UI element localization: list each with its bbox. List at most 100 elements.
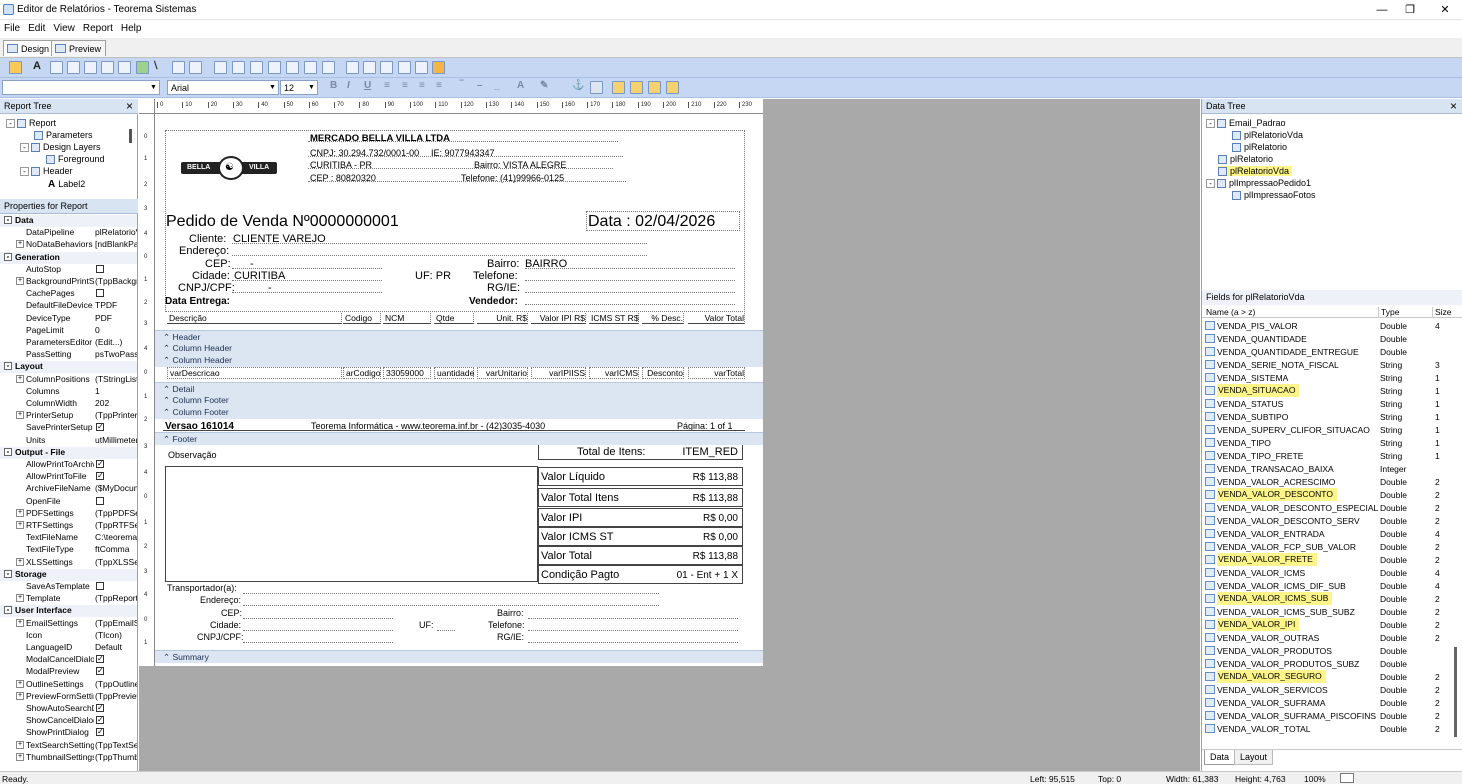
expand-icon[interactable]: + <box>16 752 24 761</box>
property-row[interactable]: SavePrinterSetup ✓ <box>0 422 137 434</box>
chart-tool-icon[interactable] <box>432 61 445 74</box>
dbbarcode-tool-icon[interactable] <box>322 61 335 74</box>
property-checkbox[interactable]: ✓ <box>96 704 104 712</box>
menu-view[interactable]: View <box>49 20 79 34</box>
property-checkbox[interactable] <box>96 496 104 505</box>
data-tree-item[interactable]: plRelatorio <box>1218 154 1273 165</box>
field-row[interactable]: VENDA_QUANTIDADE_ENTREGUE Double <box>1202 345 1462 358</box>
property-checkbox[interactable]: ✓ <box>96 667 104 676</box>
field-row[interactable]: VENDA_VALOR_SEGURO Double 2 <box>1202 670 1462 683</box>
field-row[interactable]: VENDA_VALOR_SUFRAMA_PISCOFINS Double 2 <box>1202 709 1462 722</box>
field-row[interactable]: VENDA_SUBTIPO String 1 <box>1202 410 1462 423</box>
field-row[interactable]: VENDA_SERIE_NOTA_FISCAL String 3 <box>1202 358 1462 371</box>
property-row[interactable]: + BackgroundPrintSe (TppBackgr <box>0 276 137 288</box>
field-row[interactable]: VENDA_VALOR_TOTAL Double 2 <box>1202 722 1462 735</box>
property-row[interactable]: + RTFSettings (TppRTFSet <box>0 520 137 532</box>
richtext-tool-icon[interactable] <box>67 61 80 74</box>
field-row[interactable]: VENDA_VALOR_IPI Double 2 <box>1202 618 1462 631</box>
property-row[interactable]: +EmailSettings(TppEmailSe <box>0 618 137 630</box>
align-center-icon[interactable]: ≡ <box>402 80 408 91</box>
menu-report[interactable]: Report <box>79 20 117 34</box>
field-row[interactable]: VENDA_VALOR_DESCONTO_ESPECIAL Double 2 <box>1202 501 1462 514</box>
expand-icon[interactable]: + <box>16 594 24 603</box>
font-color-icon[interactable]: A <box>517 80 524 91</box>
menu-edit[interactable]: Edit <box>24 20 49 34</box>
tab-design[interactable]: Design <box>3 40 55 56</box>
system-variable-icon[interactable] <box>84 61 97 74</box>
send-back-icon[interactable] <box>630 81 643 94</box>
fields-scrollbar[interactable] <box>1454 647 1457 737</box>
bold-icon[interactable]: B <box>330 80 337 91</box>
field-row[interactable]: VENDA_VALOR_DESCONTO Double 2 <box>1202 488 1462 501</box>
underline-icon[interactable]: U <box>364 80 371 91</box>
property-row[interactable]: ColumnWidth 202 <box>0 398 137 410</box>
property-checkbox[interactable] <box>96 289 104 298</box>
property-checkbox[interactable]: ✓ <box>96 728 104 737</box>
align-tool-icon[interactable] <box>648 81 661 94</box>
tree-item-parameters[interactable]: Parameters <box>34 130 93 141</box>
property-checkbox[interactable]: ✓ <box>96 716 104 725</box>
field-row[interactable]: VENDA_VALOR_FCP_SUB_VALOR Double 2 <box>1202 540 1462 553</box>
tree-item-design-layers[interactable]: - Design Layers <box>20 142 101 153</box>
expand-icon[interactable]: + <box>16 374 24 383</box>
property-category[interactable]: - Data <box>0 215 137 227</box>
field-row[interactable]: VENDA_VALOR_ICMS_SUB_SUBZ Double 2 <box>1202 605 1462 618</box>
size-tool-icon[interactable] <box>666 81 679 94</box>
property-row[interactable]: ShowPrintDialog ✓ <box>0 727 137 739</box>
property-row[interactable]: ParametersEditor (Edit...) <box>0 337 137 349</box>
field-row[interactable]: VENDA_TRANSACAO_BAIXA Integer <box>1202 462 1462 475</box>
dbcalc-tool-icon[interactable] <box>286 61 299 74</box>
property-row[interactable]: + Template (TppReport <box>0 593 137 605</box>
property-category[interactable]: - Output - File <box>0 446 137 459</box>
property-row[interactable]: + NoDataBehaviors [ndBlankPa <box>0 239 137 251</box>
dbmemo-tool-icon[interactable] <box>250 61 263 74</box>
property-row[interactable]: PageLimit 0 <box>0 325 137 337</box>
bring-front-icon[interactable] <box>612 81 625 94</box>
close-window-button[interactable]: ✕ <box>1437 2 1453 18</box>
memo-tool-icon[interactable] <box>50 61 63 74</box>
property-row[interactable]: Icon (TIcon) <box>0 630 137 642</box>
property-checkbox[interactable]: ✓ <box>96 423 104 432</box>
property-row[interactable]: +PreviewFormSettin(TppPreview <box>0 691 137 703</box>
dblabel-tool-icon[interactable] <box>214 61 227 74</box>
property-category[interactable]: - Storage <box>0 568 137 581</box>
band-summary[interactable]: ⌃ Summary <box>155 650 763 663</box>
tab-layout[interactable]: Layout <box>1234 750 1274 765</box>
property-row[interactable]: AllowPrintToArchiv ✓ <box>0 459 137 471</box>
property-row[interactable]: + XLSSettings (TppXLSSet <box>0 557 137 569</box>
page-break-tool-icon[interactable] <box>380 61 393 74</box>
field-row[interactable]: VENDA_SITUACAO String 1 <box>1202 384 1462 397</box>
property-row[interactable]: LanguageID Default <box>0 642 137 654</box>
component-selector[interactable]: ▼ <box>2 80 160 95</box>
property-checkbox[interactable]: ✓ <box>96 472 104 481</box>
band-column-header-2[interactable]: ⌃ Column Header <box>155 354 763 367</box>
field-row[interactable]: VENDA_VALOR_OUTRAS Double 2 <box>1202 631 1462 644</box>
menu-help[interactable]: Help <box>117 20 146 34</box>
field-row[interactable]: VENDA_VALOR_ACRESCIMO Double 2 <box>1202 475 1462 488</box>
field-row[interactable]: VENDA_VALOR_ENTRADA Double 4 <box>1202 527 1462 540</box>
anchor-middle-icon[interactable]: – <box>477 80 483 91</box>
expand-icon[interactable]: + <box>16 521 24 529</box>
property-row[interactable]: + OutlineSettings (TppOutline <box>0 679 137 691</box>
anchor-icon[interactable]: ⚓ <box>572 80 584 91</box>
data-tree-item[interactable]: - Email_Padrao <box>1206 118 1286 129</box>
close-icon[interactable]: × <box>1450 99 1457 113</box>
dbrichtext-tool-icon[interactable] <box>268 61 281 74</box>
tab-data[interactable]: Data <box>1204 750 1236 765</box>
dbimage-tool-icon[interactable] <box>304 61 317 74</box>
property-row[interactable]: + ThumbnailSettings (TppThumb <box>0 752 137 764</box>
variable-tool-icon[interactable] <box>101 61 114 74</box>
field-row[interactable]: VENDA_VALOR_ICMS Double 4 <box>1202 566 1462 579</box>
select-tool-icon[interactable] <box>9 61 22 74</box>
tree-item-report[interactable]: - Report <box>6 118 56 129</box>
align-left-icon[interactable]: ≡ <box>384 80 390 91</box>
expand-icon[interactable]: + <box>16 508 24 517</box>
field-row[interactable]: VENDA_TIPO_FRETE String 1 <box>1202 449 1462 462</box>
field-row[interactable]: VENDA_VALOR_PRODUTOS_SUBZ Double <box>1202 657 1462 670</box>
data-tree-item[interactable]: plRelatorioVda <box>1232 130 1303 141</box>
property-checkbox[interactable]: ✓ <box>96 655 104 664</box>
image-tool-icon[interactable] <box>118 61 131 74</box>
pen-tool-icon[interactable] <box>398 61 411 74</box>
property-row[interactable]: TextFileType ftComma <box>0 544 137 556</box>
property-checkbox[interactable] <box>96 264 104 273</box>
